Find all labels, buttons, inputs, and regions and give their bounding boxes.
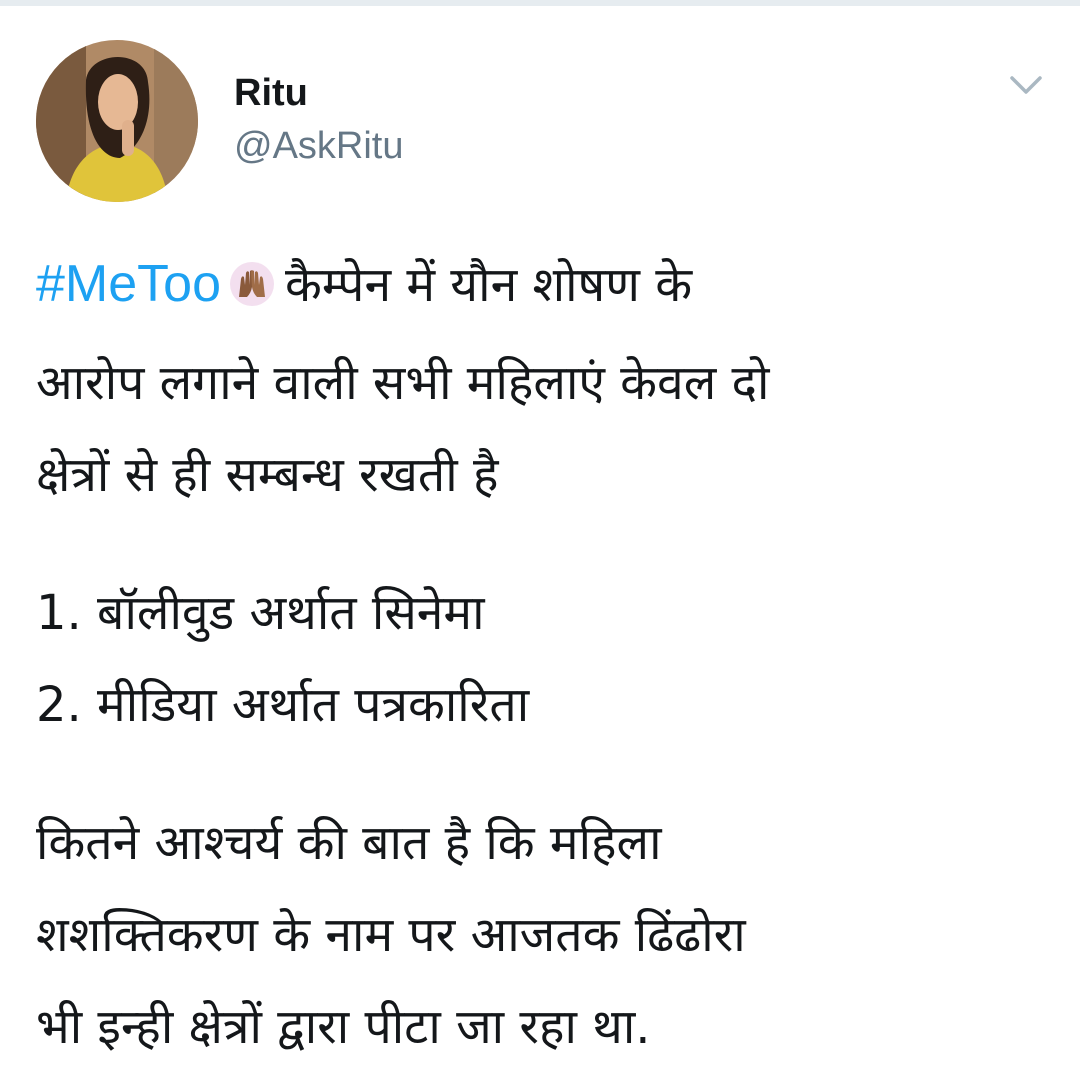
- tweet-line: भी इन्ही क्षेत्रों द्वारा पीटा जा रहा था…: [36, 999, 651, 1055]
- tweet-line: कितने आश्चर्य की बात है कि महिला: [36, 815, 662, 871]
- top-divider: [0, 0, 1080, 6]
- tweet-header: Ritu @AskRitu: [36, 40, 1046, 210]
- list-item: 1. बॉलीवुड अर्थात सिनेमा: [36, 585, 485, 641]
- tweet-line-text: कैम्पेन में यौन शोषण के: [285, 257, 693, 313]
- list-item: 2. मीडिया अर्थात पत्रकारिता: [36, 677, 530, 733]
- tweet-text: #MeToo कैम्पेन में यौन शोषण के आरोप लगान…: [36, 238, 1056, 1073]
- display-name[interactable]: Ritu: [234, 68, 404, 118]
- tweet-line: क्षेत्रों से ही सम्बन्ध रखती है: [36, 447, 499, 503]
- user-handle[interactable]: @AskRitu: [234, 118, 404, 174]
- avatar[interactable]: [36, 40, 198, 202]
- tweet-line: शशक्तिकरण के नाम पर आजतक ढिंढोरा: [36, 907, 746, 963]
- tweet-line: #MeToo कैम्पेन में यौन शोषण के: [36, 238, 1056, 337]
- tweet-line: आरोप लगाने वाली सभी महिलाएं केवल दो: [36, 355, 770, 411]
- hashtag-link[interactable]: #MeToo: [36, 255, 221, 313]
- user-info: Ritu @AskRitu: [234, 68, 404, 174]
- chevron-down-icon[interactable]: [1006, 70, 1046, 100]
- raised-hands-icon: [229, 245, 275, 337]
